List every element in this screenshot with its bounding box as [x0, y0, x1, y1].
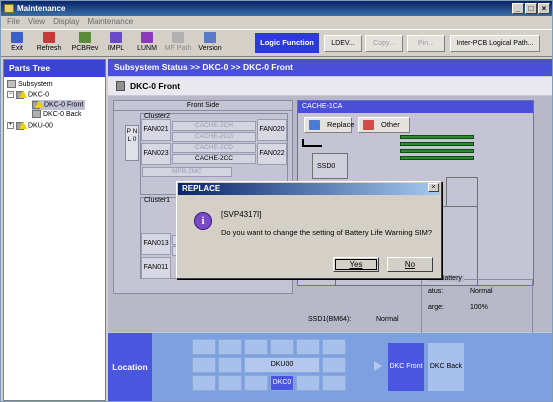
refresh-icon: [43, 32, 55, 43]
fan013[interactable]: FAN013: [141, 233, 171, 255]
page-title: DKC-0 Front: [108, 77, 552, 95]
dku00-label: DKU00: [270, 361, 294, 368]
version-icon: [204, 32, 216, 43]
subsystem-icon: [7, 80, 16, 89]
replace-dialog: REPLACE × i [SVP4317I] Do you want to ch…: [176, 181, 442, 279]
parts-tree-panel: Parts Tree Subsystem − DKC-0 DKC-0 Front …: [3, 59, 106, 401]
menu-display[interactable]: Display: [53, 16, 79, 28]
expand-icon[interactable]: +: [7, 122, 14, 129]
window-title: Maintenance: [17, 4, 66, 13]
fan011[interactable]: FAN011: [141, 257, 171, 279]
version-button[interactable]: Version: [196, 31, 224, 57]
exit-icon: [11, 32, 23, 43]
cache-2cc[interactable]: CACHE-2CC: [172, 154, 256, 164]
menu-file[interactable]: File: [7, 16, 20, 28]
location-dkc-back[interactable]: DKC Back: [428, 343, 464, 391]
replace-button[interactable]: Replace: [304, 117, 355, 133]
memory-bars: [400, 135, 474, 163]
connector-line: [302, 139, 322, 147]
fan020[interactable]: FAN020: [257, 119, 287, 141]
cache-2ch[interactable]: CACHE-2CH: [172, 121, 256, 131]
mf-path-button[interactable]: MF Path: [163, 31, 193, 57]
menu-maintenance[interactable]: Maintenance: [87, 16, 133, 28]
copy-button[interactable]: Copy...: [365, 35, 403, 52]
fan022[interactable]: FAN022: [257, 143, 287, 165]
pnl0-slot[interactable]: P N L 0: [125, 125, 139, 161]
ssd0-slot[interactable]: SSD0: [312, 153, 348, 179]
pcbrev-button[interactable]: PCBRev: [69, 31, 101, 57]
tree-node-dkc0[interactable]: − DKC-0: [7, 90, 49, 100]
mf-path-icon: [172, 32, 184, 43]
tree-node-dkc0-back[interactable]: DKC-0 Back: [32, 110, 82, 120]
impl-icon: [110, 32, 122, 43]
battery-status-label: atus:: [428, 288, 444, 295]
yes-button[interactable]: Yes: [333, 257, 379, 272]
inter-pcb-logical-path-button[interactable]: Inter-PCB Logical Path...: [450, 35, 540, 52]
battery-panel: he Battery atus: Normal arge: 100%: [421, 275, 533, 335]
menu-view[interactable]: View: [28, 16, 45, 28]
info-icon: i: [194, 212, 212, 230]
parts-tree-title: Parts Tree: [4, 60, 105, 77]
replace-icon: [309, 120, 320, 130]
impl-button[interactable]: IMPL: [105, 31, 127, 57]
warning-icon: [32, 100, 43, 109]
maximize-button[interactable]: □: [525, 3, 537, 14]
cluster1-label: Cluster1: [144, 197, 171, 204]
breadcrumb: Subsystem Status >> DKC-0 >> DKC-0 Front: [108, 59, 552, 76]
dialog-message: Do you want to change the setting of Bat…: [221, 228, 433, 237]
lunm-icon: [141, 32, 153, 43]
dialog-message-code: [SVP4317I]: [221, 210, 262, 219]
ldev-button[interactable]: LDEV...: [324, 35, 362, 52]
pcbrev-icon: [79, 32, 91, 43]
component-icon: [32, 110, 41, 119]
arrow-right-icon: [374, 361, 382, 371]
battery-charge-label: arge:: [428, 304, 444, 311]
other-button[interactable]: Other: [358, 117, 410, 133]
fan021[interactable]: FAN021: [141, 119, 171, 141]
close-button[interactable]: ×: [538, 3, 550, 14]
cache-2cd[interactable]: CACHE-2CD: [172, 143, 256, 153]
dkc-icon: [116, 81, 125, 91]
dkc0-label: DKC0: [272, 379, 292, 386]
cache-panel-title: CACHE-1CA: [298, 101, 533, 113]
location-label: Location: [108, 333, 152, 401]
minimize-button[interactable]: _: [512, 3, 524, 14]
pin-button[interactable]: Pin...: [407, 35, 445, 52]
refresh-button[interactable]: Refresh: [34, 31, 64, 57]
tool-icon: [363, 120, 374, 130]
app-icon: [4, 4, 14, 13]
fan023[interactable]: FAN023: [141, 143, 171, 165]
tree-node-dku00[interactable]: + DKU-00: [7, 121, 53, 131]
no-button[interactable]: No: [387, 257, 433, 272]
location-bar: Location DKU00 DKC0 DKC Front DKC Back: [108, 333, 552, 401]
mpb-2mc[interactable]: MPB-2MC: [142, 167, 232, 177]
title-bar: Maintenance _ □ ×: [1, 1, 552, 16]
cache-2cg[interactable]: CACHE-2CG: [172, 132, 256, 142]
warning-icon: [16, 121, 27, 130]
collapse-icon[interactable]: −: [7, 91, 14, 98]
ssd1-label: SSD1(BM64):: [308, 316, 352, 323]
maintenance-window: Maintenance _ □ × File View Display Main…: [0, 0, 553, 402]
tree-node-subsystem[interactable]: Subsystem: [7, 80, 53, 90]
dialog-close-button[interactable]: ×: [428, 183, 439, 192]
front-side-title: Front Side: [114, 101, 292, 111]
logic-function-label: Logic Function: [255, 33, 319, 53]
menu-bar: File View Display Maintenance: [1, 16, 552, 28]
battery-status-value: Normal: [470, 288, 493, 295]
tree-node-dkc0-front[interactable]: DKC-0 Front: [32, 100, 86, 111]
warning-icon: [16, 90, 27, 99]
battery-charge-value: 100%: [470, 304, 488, 311]
exit-button[interactable]: Exit: [5, 31, 29, 57]
ssd1-value: Normal: [376, 316, 399, 323]
lunm-button[interactable]: LUNM: [135, 31, 159, 57]
dialog-title: REPLACE: [178, 183, 440, 195]
location-dkc-front[interactable]: DKC Front: [388, 343, 424, 391]
